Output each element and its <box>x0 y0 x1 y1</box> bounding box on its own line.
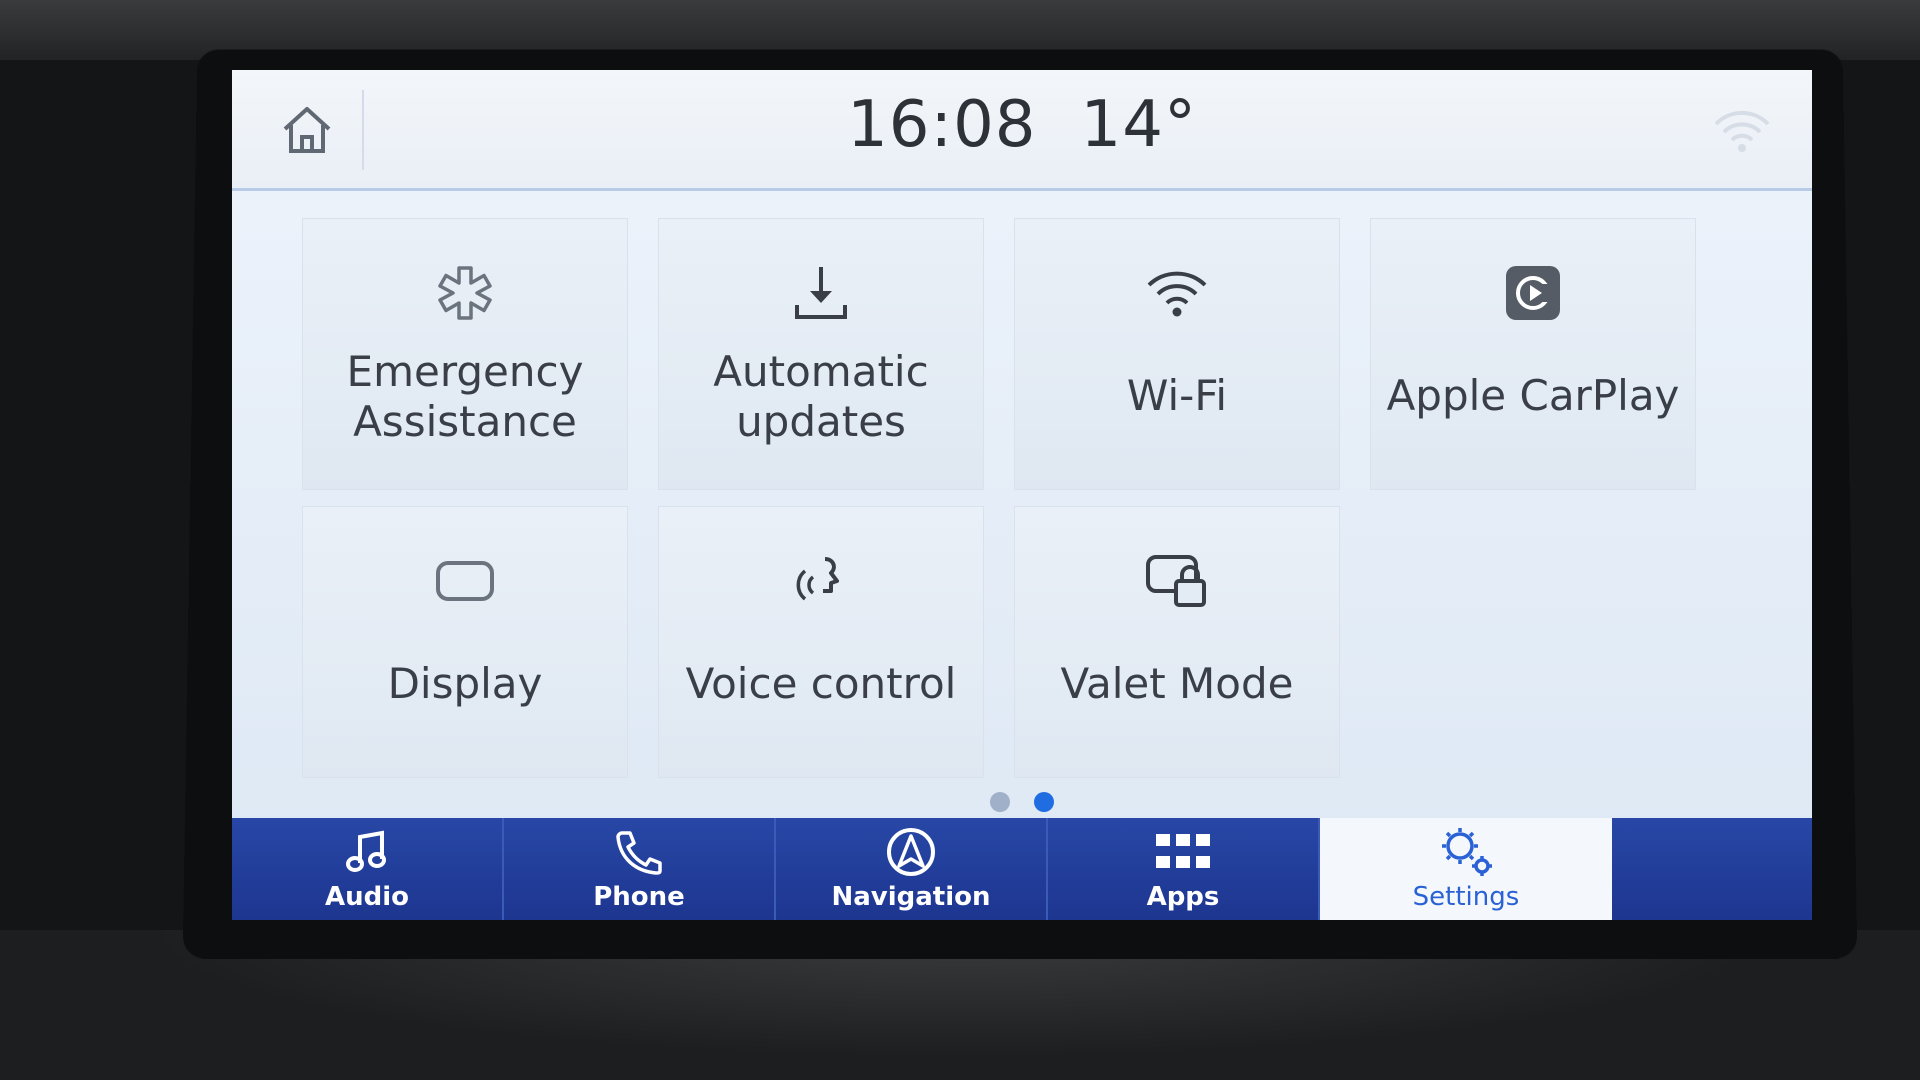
nav-phone[interactable]: Phone <box>504 818 776 920</box>
clock-time: 16:08 <box>847 88 1037 162</box>
page-dot-1[interactable] <box>990 792 1010 812</box>
clock-temperature: 16:08 14° <box>232 88 1812 162</box>
tile-apple-carplay[interactable]: Apple CarPlay <box>1370 218 1696 490</box>
tile-label-line2: Assistance <box>353 397 577 446</box>
tile-automatic-updates[interactable]: Automatic updates <box>658 218 984 490</box>
bottom-navigation-bar: Audio Phone Navigation Apps Settings <box>232 818 1812 920</box>
apps-grid-icon <box>1156 834 1210 868</box>
download-icon <box>795 267 847 319</box>
outside-temperature: 14° <box>1080 88 1197 162</box>
tile-label: Voice control <box>685 659 957 708</box>
carplay-icon <box>1506 266 1560 320</box>
tile-valet-mode[interactable]: Valet Mode <box>1014 506 1340 778</box>
nav-label: Phone <box>593 882 685 912</box>
settings-grid: Emergency Assistance Automatic updates W… <box>302 218 1732 778</box>
music-note-icon <box>346 830 386 872</box>
tile-label: Display <box>387 659 543 708</box>
display-icon <box>436 561 494 601</box>
page-indicator <box>232 792 1812 814</box>
tile-display[interactable]: Display <box>302 506 628 778</box>
wifi-icon <box>1147 271 1207 317</box>
infotainment-screen: 16:08 14° Emergency Assistance Automatic… <box>232 70 1812 920</box>
tile-label: Wi-Fi <box>1126 371 1228 420</box>
tile-emergency-assistance[interactable]: Emergency Assistance <box>302 218 628 490</box>
nav-label: Apps <box>1146 882 1220 912</box>
phone-icon <box>616 831 662 875</box>
nav-audio[interactable]: Audio <box>232 818 504 920</box>
status-bar: 16:08 14° <box>232 70 1812 191</box>
tile-label: Apple CarPlay <box>1386 371 1680 420</box>
nav-navigation[interactable]: Navigation <box>776 818 1048 920</box>
tile-voice-control[interactable]: Voice control <box>658 506 984 778</box>
nav-label: Settings <box>1412 882 1520 912</box>
voice-icon <box>796 557 839 601</box>
wifi-signal-icon <box>1714 110 1770 152</box>
valet-lock-icon <box>1146 555 1206 607</box>
tile-label-line2: updates <box>736 397 906 446</box>
nav-label: Navigation <box>831 882 991 912</box>
navigation-icon <box>887 828 935 876</box>
nav-label: Audio <box>324 882 410 912</box>
tile-label-line1: Emergency <box>346 347 584 396</box>
tile-wifi[interactable]: Wi-Fi <box>1014 218 1340 490</box>
tile-label-line1: Automatic <box>713 347 929 396</box>
nav-settings[interactable]: Settings <box>1320 818 1612 920</box>
settings-gears-icon <box>1442 828 1492 876</box>
medical-star-icon <box>438 266 492 320</box>
tile-label: Valet Mode <box>1060 659 1294 708</box>
nav-apps[interactable]: Apps <box>1048 818 1320 920</box>
page-dot-2-active[interactable] <box>1034 792 1054 812</box>
